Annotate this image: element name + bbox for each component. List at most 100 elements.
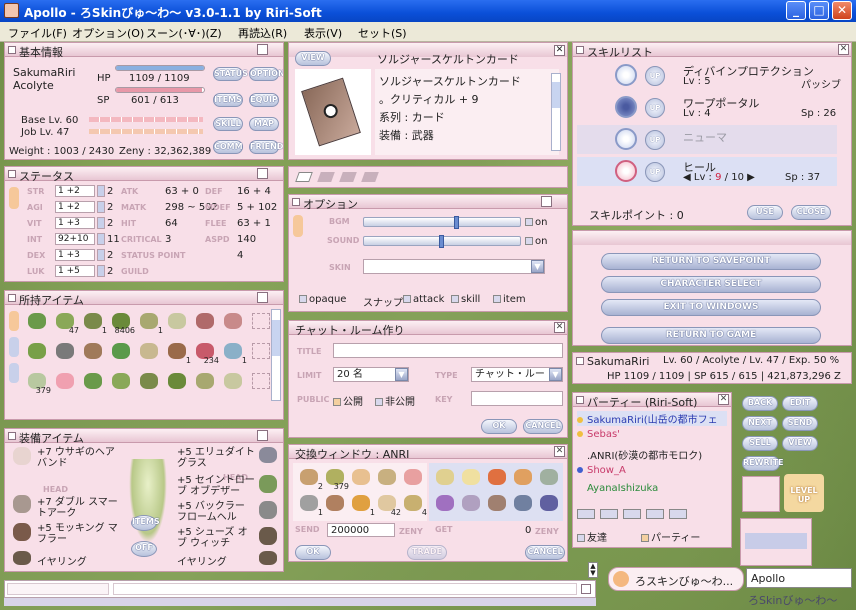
muffler-icon[interactable] xyxy=(13,523,31,541)
sell-button[interactable]: SELL xyxy=(742,436,778,451)
inventory-slot[interactable] xyxy=(193,311,219,333)
rewrite-button[interactable]: REWRITE xyxy=(742,456,784,471)
menu-set[interactable]: セット(S) xyxy=(358,25,407,41)
mail-icon[interactable] xyxy=(577,509,595,519)
panel-header[interactable]: 交換ウィンドウ : ANRI ✕ xyxy=(289,445,567,461)
public-radio[interactable]: 公開 xyxy=(333,393,363,408)
inventory-tab-equip[interactable] xyxy=(9,337,19,357)
minimize-icon[interactable] xyxy=(257,430,268,441)
card-slot-icon[interactable] xyxy=(295,172,313,182)
inventory-slot[interactable] xyxy=(53,371,79,393)
stat-up-button[interactable] xyxy=(97,233,105,245)
panel-header[interactable] xyxy=(573,231,851,245)
chevron-down-icon[interactable]: ▼ xyxy=(531,260,544,273)
panel-header[interactable]: 基本情報 xyxy=(5,43,283,59)
return-to-game-button[interactable]: RETURN TO GAME xyxy=(601,327,821,344)
party-member[interactable]: .ANRI(砂漠の都市モロク) xyxy=(577,447,702,462)
chat-minimize-icon[interactable] xyxy=(581,584,591,594)
close-icon[interactable]: ✕ xyxy=(554,446,565,457)
inventory-slot[interactable] xyxy=(137,371,163,393)
inventory-slot[interactable] xyxy=(137,341,163,363)
chat-message-input[interactable] xyxy=(113,583,577,595)
inventory-slot[interactable]: 47 xyxy=(53,311,79,335)
party-member[interactable]: Sebas' xyxy=(577,429,620,440)
card-slot-icon[interactable] xyxy=(317,172,335,182)
trade-ok-button[interactable]: OK xyxy=(295,545,331,560)
whisper-target-input[interactable] xyxy=(7,583,109,595)
panel-header[interactable]: 装備アイテム xyxy=(5,429,283,445)
inventory-tab-usable[interactable] xyxy=(9,311,19,331)
chevron-down-icon[interactable]: ▼ xyxy=(395,368,408,381)
list-icon[interactable] xyxy=(600,509,618,519)
panel-header[interactable]: 所持アイテム xyxy=(5,291,283,307)
panel-header[interactable]: スキルリスト ✕ xyxy=(573,43,851,59)
inventory-slot[interactable] xyxy=(81,371,107,393)
status-button[interactable]: STATUS xyxy=(213,67,248,81)
return-to-savepoint-button[interactable]: RETURN TO SAVEPOINT xyxy=(601,253,821,270)
skill-up-button[interactable]: UP xyxy=(645,66,665,86)
chat-resize-bar[interactable] xyxy=(4,598,596,606)
earring-icon[interactable] xyxy=(259,551,277,565)
menu-reload[interactable]: 再読込(R) xyxy=(238,25,287,41)
arc-wand-icon[interactable] xyxy=(13,495,31,513)
card-scrollbar[interactable] xyxy=(551,73,561,151)
skill-checkbox[interactable]: skill xyxy=(451,294,480,305)
maximize-button[interactable]: □ xyxy=(809,1,829,20)
sound-on[interactable]: on xyxy=(525,236,547,247)
menu-file[interactable]: ファイル(F) xyxy=(8,25,67,41)
equip-button[interactable]: EQUIP xyxy=(249,93,279,107)
chat-scroll-arrows[interactable]: ▲ ▼ xyxy=(588,562,598,578)
minimize-icon[interactable] xyxy=(541,196,552,207)
inventory-slot[interactable]: 234 xyxy=(193,341,219,365)
party-member[interactable]: AyanaIshizuka xyxy=(577,483,658,494)
inventory-slot[interactable]: 1 xyxy=(137,311,163,335)
map-button[interactable]: MAP xyxy=(249,117,279,131)
inventory-slot[interactable] xyxy=(193,371,219,393)
robe-icon[interactable] xyxy=(259,475,277,493)
panel-header[interactable]: ステータス xyxy=(5,167,283,183)
stat-up-button[interactable] xyxy=(97,201,105,213)
close-icon[interactable]: ✕ xyxy=(718,394,729,405)
status-tab-handle[interactable] xyxy=(9,187,19,209)
menu-option[interactable]: オプション(O) xyxy=(72,25,144,41)
search-icon[interactable] xyxy=(646,509,664,519)
glasses-icon[interactable] xyxy=(259,447,277,463)
chat-input-bar[interactable] xyxy=(4,580,596,598)
option-button[interactable]: OPTION xyxy=(249,67,283,81)
inventory-slot[interactable] xyxy=(25,311,51,333)
menu-view[interactable]: 表示(V) xyxy=(304,25,342,41)
inventory-tab-etc[interactable] xyxy=(9,363,19,383)
skill-row-pneuma[interactable]: UP ニューマ xyxy=(577,125,837,154)
inventory-slot[interactable] xyxy=(53,341,79,363)
close-button[interactable]: ✕ xyxy=(832,1,852,20)
skill-up-button[interactable]: UP xyxy=(645,130,665,150)
friend-checkbox[interactable]: 友達 xyxy=(577,529,607,544)
inventory-slot[interactable] xyxy=(81,341,107,363)
scroll-thumb[interactable] xyxy=(272,320,280,356)
items-button[interactable]: ITEMS xyxy=(213,93,243,107)
view-button[interactable]: VIEW xyxy=(782,436,818,451)
inventory-slot[interactable] xyxy=(221,311,247,333)
stat-up-button[interactable] xyxy=(97,217,105,229)
close-button[interactable]: CLOSE xyxy=(791,205,831,220)
inventory-slot[interactable]: 379 xyxy=(25,371,51,395)
trade-send-slot[interactable]: 1 xyxy=(297,493,323,517)
skill-up-button[interactable]: UP xyxy=(645,162,665,182)
inventory-slot[interactable]: 1 xyxy=(221,341,247,365)
chevron-down-icon[interactable]: ▼ xyxy=(549,368,562,381)
skill-row-warp-portal[interactable]: UP ワープポータル Lv : 4 Sp : 26 xyxy=(577,93,837,122)
trade-send-slot[interactable]: 42 xyxy=(375,493,401,517)
items-toggle-button[interactable]: ITEMS xyxy=(131,515,160,531)
close-icon[interactable]: ✕ xyxy=(554,45,565,56)
party-member[interactable]: Show_A xyxy=(577,465,626,476)
minimize-icon[interactable] xyxy=(257,292,268,303)
next-button[interactable]: NEXT xyxy=(742,416,778,431)
scroll-thumb[interactable] xyxy=(552,82,560,108)
party-checkbox[interactable]: パーティー xyxy=(641,529,700,544)
skill-up-button[interactable]: UP xyxy=(645,98,665,118)
inventory-slot[interactable] xyxy=(109,371,135,393)
inventory-slot[interactable] xyxy=(25,341,51,363)
card-slot-icon[interactable] xyxy=(339,172,357,182)
ok-button[interactable]: OK xyxy=(481,419,517,434)
card-slot-icon[interactable] xyxy=(361,172,379,182)
